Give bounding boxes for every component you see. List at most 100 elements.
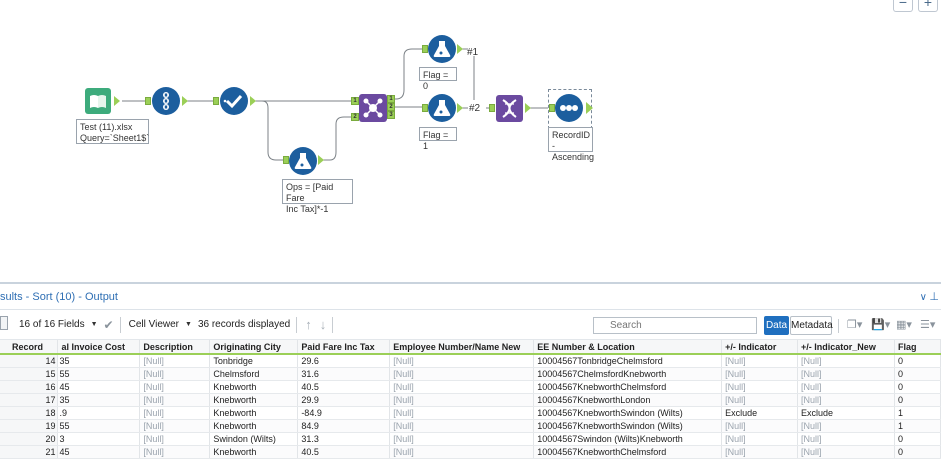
column-header[interactable]: +/- Indicator <box>721 340 799 355</box>
table-cell[interactable]: 0 <box>894 445 941 459</box>
table-cell[interactable]: Knebworth <box>209 445 299 459</box>
column-header[interactable]: +/- Indicator_New <box>797 340 895 355</box>
table-cell[interactable]: [Null] <box>139 419 211 433</box>
table-cell[interactable]: 45 <box>57 445 141 459</box>
table-cell[interactable]: [Null] <box>721 445 799 459</box>
table-icon[interactable]: ▦▾ <box>896 319 912 331</box>
table-cell[interactable]: [Null] <box>721 393 799 407</box>
table-cell[interactable]: Knebworth <box>209 406 299 420</box>
table-cell[interactable]: 1 <box>894 419 941 433</box>
table-cell[interactable]: 29.9 <box>297 393 391 407</box>
input-data-tool[interactable] <box>85 88 111 114</box>
side-tab-top[interactable] <box>0 316 8 330</box>
table-cell[interactable]: [Null] <box>139 432 211 446</box>
input-output-anchor[interactable] <box>114 96 120 106</box>
table-cell[interactable]: [Null] <box>721 354 799 368</box>
table-cell[interactable]: [Null] <box>389 406 535 420</box>
record-number[interactable]: 17 <box>0 393 59 407</box>
formula-output-anchor[interactable] <box>318 155 324 165</box>
table-cell[interactable]: 35 <box>57 393 141 407</box>
table-cell[interactable]: 10004567KnebworthSwindon (Wilts) <box>533 406 723 420</box>
table-row[interactable]: 19 55 [Null] Knebworth 84.9 [Null] 10004567Kne… <box>0 419 941 433</box>
recordid-output-anchor[interactable] <box>182 96 188 106</box>
table-cell[interactable]: [Null] <box>797 445 895 459</box>
arrow-up-icon[interactable]: ↑ <box>305 317 312 332</box>
table-cell[interactable]: [Null] <box>797 354 895 368</box>
table-row[interactable]: 21 45 [Null] Knebworth 40.5 [Null] 10004567Kne… <box>0 445 941 459</box>
record-number[interactable]: 16 <box>0 380 59 394</box>
table-cell[interactable]: 55 <box>57 367 141 381</box>
table-cell[interactable]: 31.6 <box>297 367 391 381</box>
table-cell[interactable]: -84.9 <box>297 406 391 420</box>
table-cell[interactable]: 1 <box>894 406 941 420</box>
record-number[interactable]: 18 <box>0 406 59 420</box>
table-cell[interactable]: .9 <box>57 406 141 420</box>
union-output-anchor-3[interactable]: 3 <box>387 111 395 119</box>
record-number[interactable]: 20 <box>0 432 59 446</box>
table-cell[interactable]: [Null] <box>139 393 211 407</box>
union-input-anchor-1[interactable]: 1 <box>351 97 359 105</box>
table-cell[interactable]: Exclude <box>721 406 799 420</box>
table-row[interactable]: 16 45 [Null] Knebworth 40.5 [Null] 10004567Kne… <box>0 380 941 394</box>
table-cell[interactable]: [Null] <box>721 432 799 446</box>
table-cell[interactable]: Chelmsford <box>209 367 299 381</box>
select-input-anchor[interactable] <box>213 97 219 105</box>
recordid-input-anchor[interactable] <box>145 97 151 105</box>
table-cell[interactable]: [Null] <box>139 445 211 459</box>
copy-icon[interactable]: ❐▾ <box>847 319 862 331</box>
table-cell[interactable]: [Null] <box>797 419 895 433</box>
formula-tool[interactable] <box>289 147 317 175</box>
table-cell[interactable]: 10004567KnebworthChelmsford <box>533 380 723 394</box>
record-number[interactable]: 14 <box>0 354 59 368</box>
table-cell[interactable]: [Null] <box>389 393 535 407</box>
filter-tool-top[interactable] <box>428 35 456 63</box>
select-output-anchor[interactable] <box>250 96 256 106</box>
table-cell[interactable]: 84.9 <box>297 419 391 433</box>
workflow-canvas[interactable]: − + Test (11).xlsx Query=`Sheet1$` Ops =… <box>0 0 941 282</box>
table-cell[interactable]: [Null] <box>797 393 895 407</box>
table-cell[interactable]: [Null] <box>721 380 799 394</box>
column-header[interactable]: Record <box>0 340 59 355</box>
table-cell[interactable]: [Null] <box>389 445 535 459</box>
table-cell[interactable]: 10004567TonbridgeChelmsford <box>533 354 723 368</box>
table-cell[interactable]: [Null] <box>139 380 211 394</box>
zoom-in-button[interactable]: + <box>918 0 938 12</box>
checkmark-icon[interactable]: ✔ <box>104 318 114 332</box>
table-cell[interactable]: 10004567KnebworthSwindon (Wilts) <box>533 419 723 433</box>
select-tool[interactable] <box>220 87 248 115</box>
table-cell[interactable]: [Null] <box>389 432 535 446</box>
table-cell[interactable]: 0 <box>894 380 941 394</box>
search-input[interactable] <box>593 317 757 334</box>
cell-viewer-caret-icon[interactable]: ▼ <box>185 321 192 328</box>
union-tool[interactable] <box>359 94 387 122</box>
data-button[interactable]: Data <box>764 316 789 335</box>
table-cell[interactable]: [Null] <box>389 380 535 394</box>
table-cell[interactable]: 0 <box>894 367 941 381</box>
table-cell[interactable]: [Null] <box>139 406 211 420</box>
table-row[interactable]: 18.9 [Null] Knebworth -84.9 [Null] 10004567Kn… <box>0 406 941 420</box>
table-cell[interactable]: [Null] <box>139 354 211 368</box>
table-cell[interactable]: [Null] <box>797 367 895 381</box>
table-cell[interactable]: 0 <box>894 354 941 368</box>
table-row[interactable]: 20 3 [Null] Swindon (Wilts) 31.3 [Null] 100045… <box>0 432 941 446</box>
column-header[interactable]: al Invoice Cost <box>57 340 141 355</box>
table-cell[interactable]: [Null] <box>721 419 799 433</box>
column-header[interactable]: Originating City <box>209 340 299 355</box>
join-multiple-tool[interactable] <box>496 95 523 122</box>
column-header[interactable]: Flag <box>894 340 941 355</box>
arrow-down-icon[interactable]: ↓ <box>320 317 327 332</box>
table-cell[interactable]: 31.3 <box>297 432 391 446</box>
table-cell[interactable]: [Null] <box>721 367 799 381</box>
menu-icon[interactable]: ☰▾ <box>920 319 935 331</box>
table-cell[interactable]: Knebworth <box>209 419 299 433</box>
filter-mid-output-anchor[interactable] <box>457 103 463 113</box>
table-cell[interactable]: Swindon (Wilts) <box>209 432 299 446</box>
table-cell[interactable]: [Null] <box>389 354 535 368</box>
pin-icon[interactable]: ⊥ <box>929 290 939 303</box>
column-header[interactable]: EE Number & Location <box>533 340 723 355</box>
table-cell[interactable]: 10004567Swindon (Wilts)Knebworth <box>533 432 723 446</box>
join-output-anchor[interactable] <box>525 103 531 113</box>
table-cell[interactable]: 45 <box>57 380 141 394</box>
table-cell[interactable]: [Null] <box>797 432 895 446</box>
chevron-down-icon[interactable]: ∨ <box>920 292 927 303</box>
